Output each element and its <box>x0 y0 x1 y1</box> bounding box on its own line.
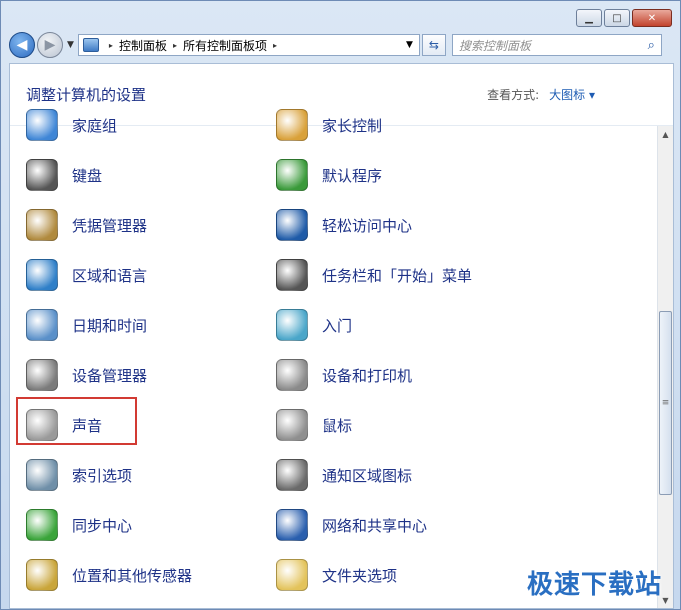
parental-controls-icon <box>276 109 308 141</box>
control-panel-item[interactable]: 网络和共享中心 <box>276 507 427 543</box>
refresh-button[interactable]: ⇆ <box>421 34 446 56</box>
control-panel-window: ▁ □ ✕ ◀ ▶ ▼ ▸ 控制面板 ▸ 所有控制面板项 ▸ ▼ ⇆ 搜索控制面… <box>0 0 681 610</box>
control-panel-item-label: 文件夹选项 <box>322 566 398 585</box>
scroll-up-arrow[interactable]: ▲ <box>658 126 673 142</box>
control-panel-item[interactable]: 默认程序 <box>276 157 382 193</box>
watermark: 极速下载站 <box>526 570 662 600</box>
search-input[interactable]: 搜索控制面板 ⌕ <box>451 34 662 56</box>
control-panel-item[interactable]: 家长控制 <box>276 107 382 143</box>
control-panel-item[interactable]: 通知区域图标 <box>276 457 412 493</box>
devices-printers-icon <box>276 359 308 391</box>
minimize-button[interactable]: ▁ <box>576 9 602 27</box>
address-bar[interactable]: ▸ 控制面板 ▸ 所有控制面板项 ▸ ▼ <box>77 34 420 56</box>
mouse-icon <box>276 409 308 441</box>
control-panel-item-label: 通知区域图标 <box>322 466 413 485</box>
highlight-box <box>16 397 137 445</box>
page-title: 调整计算机的设置 <box>26 86 147 104</box>
control-panel-item[interactable]: 键盘 <box>26 157 102 193</box>
control-panel-item[interactable]: 索引选项 <box>26 457 132 493</box>
search-placeholder: 搜索控制面板 <box>458 38 531 53</box>
date-time-icon <box>26 309 58 341</box>
taskbar-start-menu-icon <box>276 259 308 291</box>
breadcrumb-control-panel[interactable]: 控制面板 <box>119 37 167 54</box>
control-panel-item-label: 家庭组 <box>72 116 118 135</box>
address-dropdown-icon[interactable]: ▼ <box>406 40 413 50</box>
navigation-bar: ◀ ▶ ▼ ▸ 控制面板 ▸ 所有控制面板项 ▸ ▼ ⇆ 搜索控制面板 ⌕ <box>9 31 672 59</box>
control-panel-item-label: 同步中心 <box>72 516 133 535</box>
network-sharing-icon <box>276 509 308 541</box>
forward-button[interactable]: ▶ <box>37 32 63 58</box>
recent-pages-dropdown[interactable]: ▼ <box>67 40 74 50</box>
control-panel-item[interactable]: 区域和语言 <box>26 257 147 293</box>
back-button[interactable]: ◀ <box>9 32 35 58</box>
control-panel-item[interactable]: 入门 <box>276 307 352 343</box>
control-panel-item-label: 区域和语言 <box>72 266 148 285</box>
region-language-icon <box>26 259 58 291</box>
control-panel-item-label: 位置和其他传感器 <box>72 566 193 585</box>
control-panel-item[interactable]: 鼠标 <box>276 407 352 443</box>
vertical-scrollbar[interactable]: ▲ ≡ ▼ <box>657 126 673 608</box>
view-by-dropdown[interactable]: 大图标 ▾ <box>549 88 595 102</box>
control-panel-item-label: 凭据管理器 <box>72 216 148 235</box>
default-programs-icon <box>276 159 308 191</box>
control-panel-item[interactable]: 凭据管理器 <box>26 207 147 243</box>
indexing-options-icon <box>26 459 58 491</box>
maximize-button[interactable]: □ <box>604 9 630 27</box>
getting-started-icon <box>276 309 308 341</box>
control-panel-item[interactable]: 文件夹选项 <box>276 557 397 593</box>
close-button[interactable]: ✕ <box>632 9 672 27</box>
location-sensors-icon <box>26 559 58 591</box>
keyboard-icon <box>26 159 58 191</box>
sync-center-icon <box>26 509 58 541</box>
credential-manager-icon <box>26 209 58 241</box>
homegroup-icon <box>26 109 58 141</box>
search-icon[interactable]: ⌕ <box>648 38 655 53</box>
folder-options-icon <box>276 559 308 591</box>
control-panel-item-label: 入门 <box>322 316 353 335</box>
view-by: 查看方式: 大图标 ▾ <box>487 86 595 103</box>
caption-buttons: ▁ □ ✕ <box>576 9 672 27</box>
scroll-thumb[interactable]: ≡ <box>659 311 672 495</box>
device-manager-icon <box>26 359 58 391</box>
control-panel-item-label: 设备管理器 <box>72 366 148 385</box>
control-panel-item-label: 设备和打印机 <box>322 366 413 385</box>
control-panel-item-label: 网络和共享中心 <box>322 516 428 535</box>
control-panel-item-label: 家长控制 <box>322 116 383 135</box>
control-panel-item-label: 鼠标 <box>322 416 353 435</box>
control-panel-item[interactable]: 日期和时间 <box>26 307 147 343</box>
control-panel-item-label: 键盘 <box>72 166 103 185</box>
breadcrumb-separator[interactable]: ▸ <box>173 41 177 50</box>
view-by-label: 查看方式: <box>487 88 540 102</box>
control-panel-item[interactable]: 任务栏和「开始」菜单 <box>276 257 472 293</box>
control-panel-item[interactable]: 设备和打印机 <box>276 357 412 393</box>
control-panel-item-label: 默认程序 <box>322 166 383 185</box>
control-panel-item[interactable]: 设备管理器 <box>26 357 147 393</box>
control-panel-icon <box>82 38 99 52</box>
breadcrumb-separator[interactable]: ▸ <box>273 41 277 50</box>
breadcrumb-separator[interactable]: ▸ <box>109 41 113 50</box>
control-panel-item[interactable]: 位置和其他传感器 <box>26 557 192 593</box>
content-pane: 调整计算机的设置 查看方式: 大图标 ▾ 家庭组 家长控制键盘 默认程序凭据管理器 轻松… <box>9 63 674 609</box>
notification-area-icon <box>276 459 308 491</box>
control-panel-item[interactable]: 家庭组 <box>26 107 117 143</box>
control-panel-item-label: 索引选项 <box>72 466 133 485</box>
control-panel-item-label: 日期和时间 <box>72 316 148 335</box>
control-panel-item[interactable]: 同步中心 <box>26 507 132 543</box>
control-panel-item-label: 轻松访问中心 <box>322 216 413 235</box>
control-panel-item-label: 任务栏和「开始」菜单 <box>322 266 473 285</box>
control-panel-item[interactable]: 轻松访问中心 <box>276 207 412 243</box>
breadcrumb-all-items[interactable]: 所有控制面板项 <box>183 37 267 54</box>
ease-of-access-icon <box>276 209 308 241</box>
